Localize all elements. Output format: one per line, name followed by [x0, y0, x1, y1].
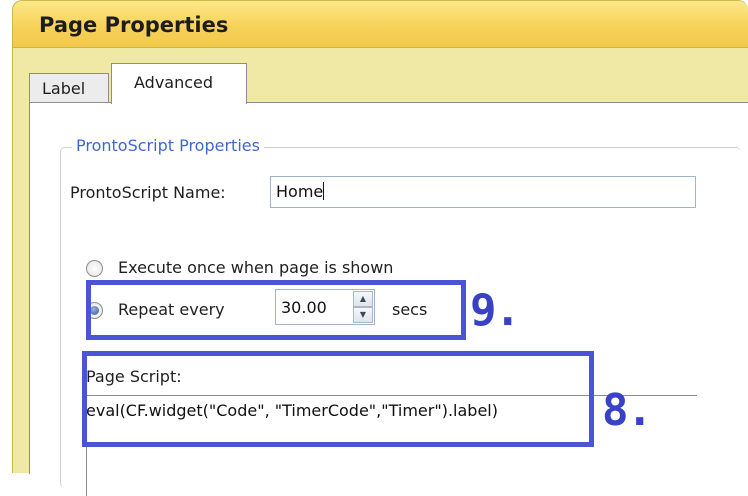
annotation-box-9	[86, 280, 466, 340]
group-legend: ProntoScript Properties	[72, 136, 264, 155]
tab-strip: Label Advanced	[29, 63, 748, 104]
window-title: Page Properties	[39, 13, 229, 37]
prontoscript-name-input[interactable]: Home	[270, 176, 696, 208]
advanced-panel: ProntoScript Properties ProntoScript Nam…	[29, 102, 748, 496]
execute-once-radio[interactable]	[86, 260, 103, 277]
annotation-box-8	[82, 351, 594, 447]
annotation-number-9: 9.	[470, 285, 521, 336]
text-caret	[323, 182, 325, 200]
page-properties-dialog: Page Properties Label Advanced ProntoScr…	[12, 0, 748, 496]
tab-label[interactable]: Label	[29, 73, 109, 103]
prontoscript-name-label: ProntoScript Name:	[70, 183, 226, 202]
tab-advanced[interactable]: Advanced	[111, 63, 247, 104]
execute-once-label: Execute once when page is shown	[118, 258, 394, 277]
annotation-number-8: 8.	[602, 385, 653, 436]
prontoscript-name-value: Home	[276, 182, 324, 201]
title-bar[interactable]: Page Properties	[13, 1, 748, 48]
tab-label-text: Label	[42, 79, 86, 98]
tab-advanced-text: Advanced	[134, 73, 214, 92]
